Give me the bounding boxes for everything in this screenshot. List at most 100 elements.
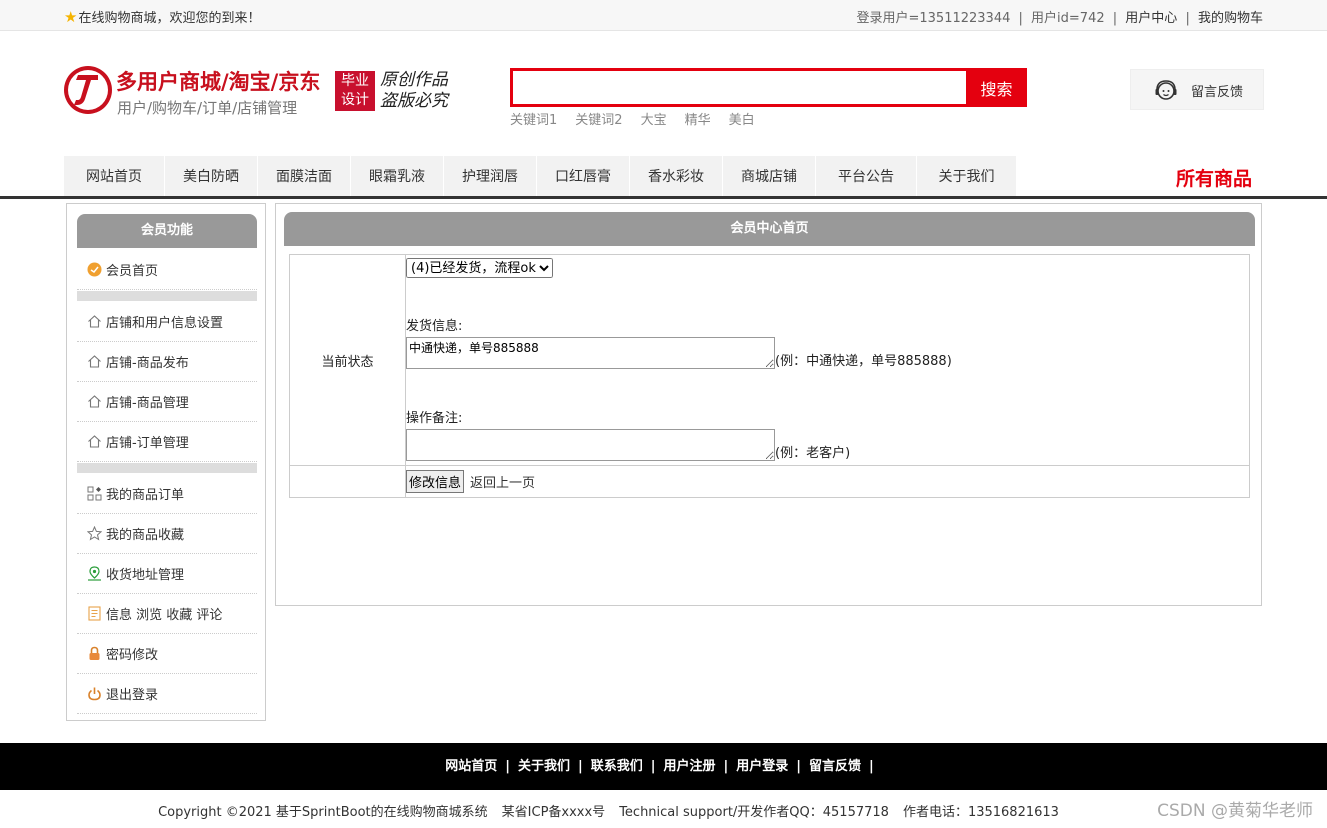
- footer-link-about[interactable]: 关于我们: [518, 759, 570, 774]
- modify-info-button[interactable]: 修改信息: [406, 470, 465, 493]
- sidebar-item-label: 信息 浏览 收藏 评论: [106, 608, 223, 623]
- nav-item-home[interactable]: 网站首页: [64, 156, 165, 196]
- order-status-form: 当前状态 (4)已经发货，流程ok 发货信息: 中通快递，单号885888(例：…: [289, 254, 1250, 498]
- hot-keyword[interactable]: 精华: [685, 113, 711, 128]
- main-nav: 网站首页 美白防晒 面膜洁面 眼霜乳液 护理润唇 口红唇膏 香水彩妆 商城店铺 …: [64, 156, 1017, 196]
- member-sidebar: 会员功能 会员首页 店铺和用户信息设置 店铺-商品发布 店铺-商品管理 店铺-订…: [66, 203, 266, 721]
- feedback-button[interactable]: 留言反馈: [1130, 69, 1264, 110]
- sidebar-item-member-home[interactable]: 会员首页: [77, 250, 257, 290]
- footer-link-register[interactable]: 用户注册: [664, 759, 716, 774]
- location-icon: [88, 566, 101, 581]
- cart-link[interactable]: 我的购物车: [1198, 11, 1263, 26]
- copyright-text: Copyright ©2021 基于SprintBoot的在线购物商城系统: [158, 805, 488, 820]
- document-icon: [88, 606, 101, 621]
- nav-item-lip-care[interactable]: 护理润唇: [444, 156, 537, 196]
- sidebar-item-label: 我的商品收藏: [106, 528, 185, 543]
- sidebar-item-address[interactable]: 收货地址管理: [77, 554, 257, 594]
- sidebar-item-publish-product[interactable]: 店铺-商品发布: [77, 342, 257, 382]
- welcome-message: ★ 在线购物商城，欢迎您的到来！: [64, 7, 261, 27]
- login-user-text: 登录用户=13511223344: [856, 11, 1011, 26]
- badge-line-1: 毕业: [341, 73, 369, 89]
- sidebar-item-manage-products[interactable]: 店铺-商品管理: [77, 382, 257, 422]
- sidebar-item-label: 密码修改: [106, 648, 159, 663]
- home-icon: [88, 355, 101, 368]
- nav-item-lipstick[interactable]: 口红唇膏: [537, 156, 630, 196]
- sidebar-item-my-orders[interactable]: 我的商品订单: [77, 474, 257, 514]
- home-icon: [88, 435, 101, 448]
- brand-title: 多用户商城/淘宝/京东: [116, 70, 321, 94]
- search-input[interactable]: [513, 71, 966, 104]
- support-text: Technical support/开发作者QQ：45157718: [619, 805, 889, 820]
- shipping-info-textarea[interactable]: 中通快递，单号885888: [406, 337, 775, 369]
- sidebar-item-change-password[interactable]: 密码修改: [77, 634, 257, 674]
- shipping-row: 中通快递，单号885888(例：中通快递，单号885888): [406, 337, 1249, 369]
- customer-service-icon: [1155, 80, 1177, 100]
- footer-link-contact[interactable]: 联系我们: [591, 759, 643, 774]
- sidebar-item-my-favorites[interactable]: 我的商品收藏: [77, 514, 257, 554]
- separator: |: [1112, 11, 1118, 26]
- user-id-text: 用户id=742: [1031, 11, 1105, 26]
- hot-keyword[interactable]: 关键词2: [575, 113, 622, 128]
- sidebar-separator: [77, 291, 257, 301]
- sidebar-item-shop-settings[interactable]: 店铺和用户信息设置: [77, 302, 257, 342]
- nav-item-announcements[interactable]: 平台公告: [816, 156, 917, 196]
- nav-item-perfume[interactable]: 香水彩妆: [630, 156, 723, 196]
- nav-item-about[interactable]: 关于我们: [917, 156, 1017, 196]
- remark-textarea[interactable]: [406, 429, 775, 461]
- separator: |: [577, 759, 583, 774]
- slogan: 原创作品 盗版必究: [380, 70, 448, 112]
- star-icon: ★: [64, 7, 78, 26]
- csdn-watermark: CSDN @黄菊华老师: [1157, 801, 1313, 821]
- sidebar-item-label: 店铺-商品管理: [106, 396, 189, 411]
- sidebar-item-info-history[interactable]: 信息 浏览 收藏 评论: [77, 594, 257, 634]
- grid-icon: [87, 486, 102, 501]
- hot-keywords: 关键词1 关键词2 大宝 精华 美白: [510, 109, 773, 128]
- footer-link-feedback[interactable]: 留言反馈: [809, 759, 861, 774]
- user-center-link[interactable]: 用户中心: [1125, 11, 1177, 26]
- nav-item-mask[interactable]: 面膜洁面: [258, 156, 351, 196]
- all-goods-link[interactable]: 所有商品: [1176, 164, 1252, 191]
- status-select[interactable]: (4)已经发货，流程ok: [406, 258, 553, 278]
- panel-title: 会员中心首页: [284, 212, 1255, 246]
- hot-keyword[interactable]: 关键词1: [510, 113, 557, 128]
- shipping-label: 发货信息:: [406, 319, 463, 334]
- site-logo-icon[interactable]: [64, 66, 112, 114]
- sidebar-item-manage-orders[interactable]: 店铺-订单管理: [77, 422, 257, 462]
- sidebar-item-label: 店铺-商品发布: [106, 356, 189, 371]
- top-links: 登录用户=13511223344 | 用户id=742 | 用户中心 | 我的购…: [857, 7, 1264, 26]
- badge-line-2: 设计: [341, 92, 369, 108]
- separator: |: [1018, 11, 1023, 26]
- slogan-line-1: 原创作品: [380, 70, 448, 90]
- brand-subtitle: 用户/购物车/订单/店铺管理: [117, 99, 298, 117]
- status-label: 当前状态: [289, 254, 406, 466]
- hot-keyword[interactable]: 美白: [729, 113, 755, 128]
- shipping-hint: (例：中通快递，单号885888): [775, 354, 952, 369]
- back-link[interactable]: 返回上一页: [470, 476, 535, 491]
- member-main-panel: 会员中心首页 当前状态 (4)已经发货，流程ok 发货信息: 中通快递，单号88…: [275, 203, 1262, 606]
- sidebar-item-label: 退出登录: [106, 688, 159, 703]
- separator: |: [505, 759, 510, 774]
- separator: |: [723, 759, 729, 774]
- status-field-cell: (4)已经发货，流程ok 发货信息: 中通快递，单号885888(例：中通快递，…: [405, 254, 1250, 466]
- footer-link-login[interactable]: 用户登录: [736, 759, 788, 774]
- sidebar-item-label: 店铺-订单管理: [106, 436, 189, 451]
- nav-item-eye-cream[interactable]: 眼霜乳液: [351, 156, 444, 196]
- button-cell: 修改信息 返回上一页: [405, 465, 1250, 498]
- copyright-bar: Copyright ©2021 基于SprintBoot的在线购物商城系统 某省I…: [0, 801, 1327, 820]
- search-button[interactable]: 搜索: [966, 68, 1027, 107]
- nav-item-whitening[interactable]: 美白防晒: [165, 156, 258, 196]
- slogan-line-2: 盗版必究: [380, 91, 448, 111]
- icp-text: 某省ICP备xxxx号: [501, 805, 606, 820]
- welcome-text: 在线购物商城，欢迎您的到来！: [78, 11, 261, 26]
- separator: |: [650, 759, 656, 774]
- remark-label: 操作备注:: [406, 411, 463, 426]
- hot-keyword[interactable]: 大宝: [641, 113, 667, 128]
- separator: |: [796, 759, 802, 774]
- sidebar-item-logout[interactable]: 退出登录: [77, 674, 257, 714]
- remark-hint: (例：老客户): [775, 446, 851, 461]
- separator: |: [869, 759, 874, 774]
- graduation-badge: 毕业 设计: [335, 71, 375, 111]
- sidebar-item-label: 我的商品订单: [106, 488, 185, 503]
- footer-link-home[interactable]: 网站首页: [445, 759, 497, 774]
- nav-item-shops[interactable]: 商城店铺: [723, 156, 816, 196]
